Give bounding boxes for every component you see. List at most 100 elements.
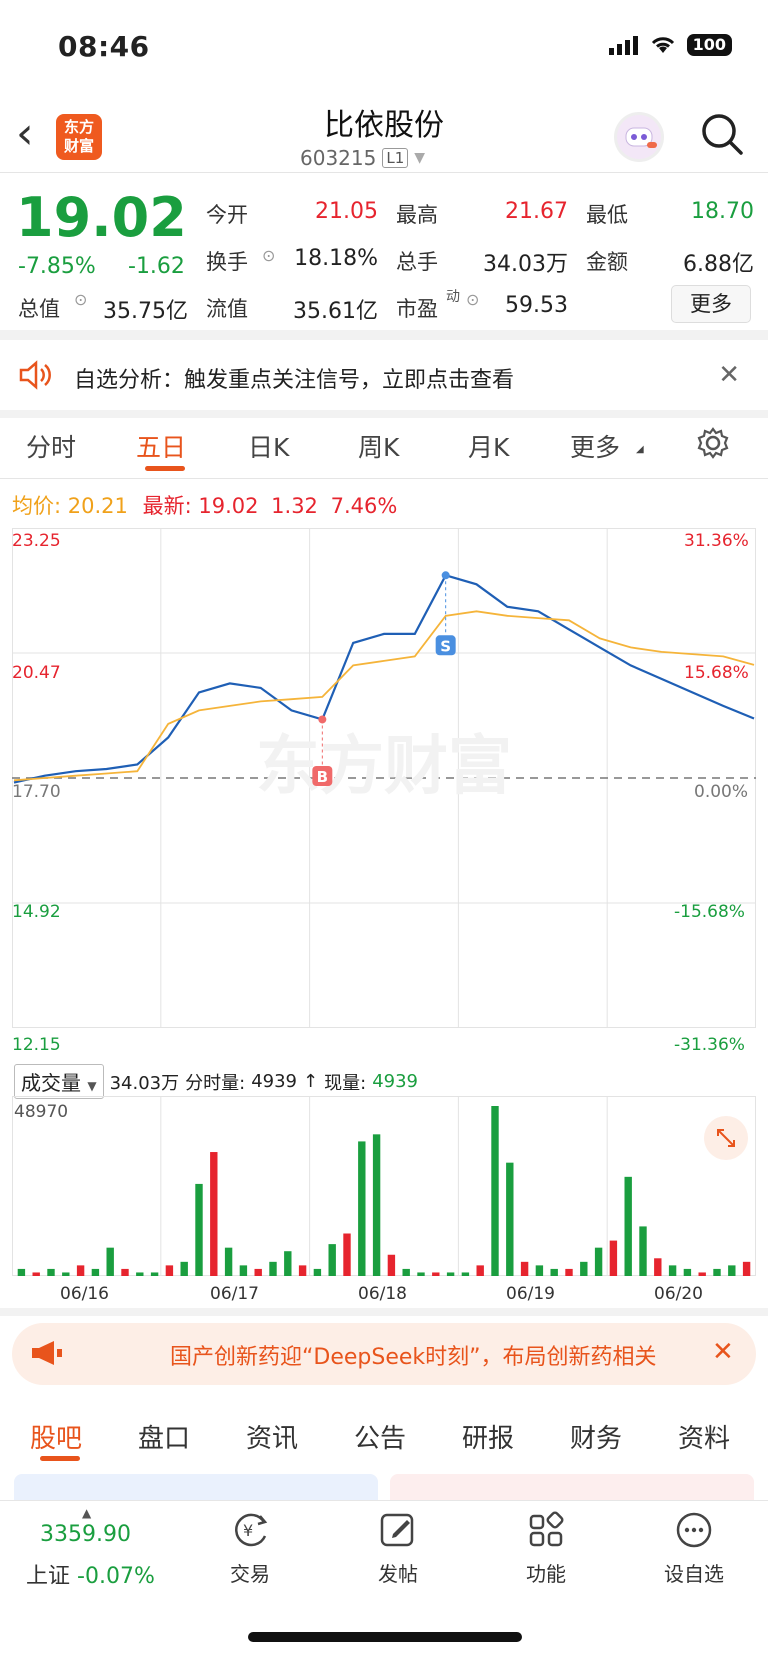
back-icon[interactable]: ‹ [16,112,56,160]
turnover-value: 18.18% [294,246,378,271]
assistant-avatar[interactable] [614,112,664,162]
index-value[interactable]: 3359.90 [40,1522,131,1547]
volume-bar [713,1268,721,1276]
open-label: 今开 [206,203,248,227]
volume-bar [654,1258,662,1276]
megaphone-icon [30,1338,64,1372]
separator [0,410,768,418]
price-chart[interactable]: 东方财富B S [12,528,756,1058]
tab-daily-k[interactable]: 日K [248,428,289,464]
y-label-right: -31.36% [674,1035,745,1055]
nav-add-watch[interactable]: 设自选 [634,1510,754,1587]
tab-research[interactable]: 研报 [462,1418,514,1455]
tab-finance[interactable]: 财务 [570,1418,622,1455]
divider [0,478,768,479]
volume-indicator-select[interactable]: 成交量 ▼ [14,1064,104,1099]
stock-code-row[interactable]: 603215 L1 ▼ [300,146,425,170]
tab-intraday[interactable]: 分时 [26,428,76,464]
volume-bar [62,1272,70,1276]
volume-bar [328,1244,336,1276]
alert-text[interactable]: 自选分析：触发重点关注信号，立即点击查看 [74,362,514,394]
tab-monthly-k[interactable]: 月K [468,428,509,464]
status-icons: 100 [608,34,732,56]
nav-post[interactable]: 发帖 [338,1510,458,1587]
volume-bar [372,1134,381,1276]
card-peek [390,1474,754,1500]
amount-label: 金额 [586,250,628,274]
index-row[interactable]: 上证 -0.07% [26,1558,155,1590]
volume-bar [106,1247,114,1276]
x-label: 06/17 [210,1284,259,1304]
svg-text:¥: ¥ [243,1521,253,1540]
close-icon[interactable]: ✕ [718,360,740,390]
low-label: 最低 [586,203,628,227]
y-label-right: 0.00% [694,782,749,802]
volume-chart[interactable] [12,1096,756,1280]
close-icon[interactable]: ✕ [712,1337,734,1367]
gear-icon[interactable] [696,426,730,464]
tab-news[interactable]: 资讯 [246,1418,298,1455]
nav-function[interactable]: 功能 [486,1510,606,1587]
caret-up-icon: ▲ [82,1506,92,1520]
tab-guba[interactable]: 股吧 [30,1418,82,1455]
stock-name: 比依股份 [324,108,444,143]
volume-bar [432,1272,440,1276]
separator [0,330,768,340]
info-icon[interactable]: ⊙ [262,246,275,265]
y-label-right: -15.68% [674,902,745,922]
chart-info-line: 均价: 20.21 最新: 19.02 1.32 7.46% [12,494,398,518]
volume-bar [91,1268,100,1276]
volume-bar [313,1268,322,1276]
volume-bar [402,1268,410,1276]
volume-bar [121,1268,129,1276]
trade-icon: ¥ [235,1513,268,1547]
volume-bar [491,1106,499,1276]
level-badge: L1 [382,148,409,168]
pe-superscript: 动 [446,289,460,305]
edit-icon [380,1513,414,1547]
volume-bar [594,1247,603,1276]
volume-label: 总手 [396,250,438,274]
nav-trade[interactable]: ¥ 交易 [190,1510,310,1587]
high-value: 21.67 [505,199,568,224]
mktcap-value: 35.75亿 [103,299,188,324]
info-icon[interactable]: ⊙ [74,290,87,309]
volume-bar [180,1261,188,1276]
tab-announcements[interactable]: 公告 [354,1418,406,1455]
app-logo[interactable]: 东方 财富 [56,114,102,160]
tab-weekly-k[interactable]: 周K [358,428,399,464]
volume-bar [609,1240,618,1276]
stock-code: 603215 [300,146,377,170]
tab-more[interactable]: 更多 [570,428,620,464]
tab-pankou[interactable]: 盘口 [138,1418,190,1455]
more-dots-icon [676,1512,712,1548]
amount-value: 6.88亿 [683,252,754,277]
more-quote-button[interactable]: 更多 [671,285,751,323]
sell-marker-dot [441,571,450,580]
volume-bar [683,1268,692,1276]
volume-header: 成交量 ▼ 34.03万 分时量: 4939 ↑ 现量: 4939 [14,1064,418,1099]
search-icon[interactable] [700,112,744,160]
float-label: 流值 [206,297,248,321]
y-label-right: 31.36% [684,531,749,551]
expand-icon[interactable] [704,1116,748,1160]
change-abs: -1.62 [128,254,185,279]
turnover-label: 换手 [206,250,248,274]
y-label-left: 17.70 [12,782,61,802]
volume-max-label: 48970 [14,1102,69,1122]
volume-bar [446,1272,455,1276]
mktcap-label: 总值 [18,297,60,321]
tab-profile[interactable]: 资料 [678,1418,730,1455]
change-pct: -7.85% [18,254,96,279]
ad-text[interactable]: 国产创新药迎“DeepSeek时刻”，布局创新药相关 [170,1339,700,1371]
volume-bar [47,1268,55,1276]
x-label: 06/18 [358,1284,407,1304]
volume-bar [17,1268,26,1276]
volume-bar [210,1152,218,1276]
card-peek [14,1474,378,1500]
tab-five-day[interactable]: 五日 [136,428,186,464]
chevron-down-icon: ▼ [414,150,426,166]
float-value: 35.61亿 [293,299,378,324]
volume-bar [550,1268,558,1276]
volume-bar [195,1183,203,1276]
